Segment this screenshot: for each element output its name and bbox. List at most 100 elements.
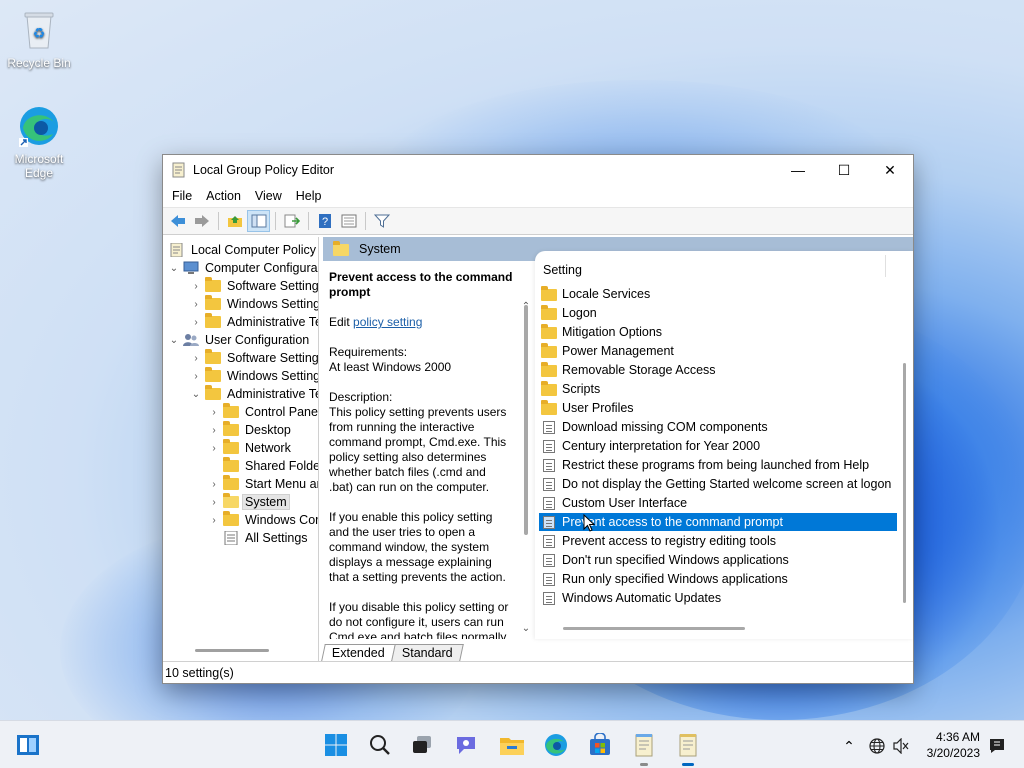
toolbar-separator (308, 212, 309, 230)
task-view-icon[interactable] (406, 729, 438, 761)
close-button[interactable]: ✕ (867, 155, 913, 185)
maximize-button[interactable]: ☐ (821, 155, 867, 185)
scroll-down-icon[interactable]: ⌄ (521, 623, 531, 634)
list-item-label: User Profiles (562, 401, 634, 415)
tree-item[interactable]: › Software Settings (189, 349, 318, 367)
tree-item[interactable]: Shared Folder (207, 457, 318, 475)
chevron-right-icon[interactable]: › (207, 425, 221, 436)
tree-item[interactable]: › System (207, 493, 290, 511)
chevron-right-icon[interactable]: › (189, 371, 203, 382)
folder-shape (541, 381, 557, 396)
tree-pane[interactable]: Local Computer Policy ⌄ Computer Configura… (163, 237, 319, 661)
chevron-down-icon[interactable]: ⌄ (167, 263, 181, 274)
tree-item[interactable]: › Administrative Te (189, 313, 318, 331)
chevron-right-icon[interactable]: › (189, 299, 203, 310)
chevron-right-icon[interactable]: › (207, 497, 221, 508)
tree-item[interactable]: All Settings (207, 529, 310, 547)
tree-item[interactable]: › Software Settings (189, 277, 318, 295)
column-header-setting[interactable]: Setting (543, 263, 582, 277)
filter-icon[interactable] (370, 210, 393, 232)
network-globe-icon[interactable] (866, 735, 888, 757)
menu-help[interactable]: Help (289, 189, 329, 203)
chat-icon[interactable] (450, 729, 482, 761)
column-separator[interactable] (885, 255, 886, 277)
show-hide-tree-icon[interactable] (247, 210, 270, 232)
edge-icon[interactable] (540, 729, 572, 761)
back-arrow-icon[interactable] (166, 210, 189, 232)
notification-icon[interactable] (986, 735, 1008, 757)
title-bar[interactable]: Local Group Policy Editor — ☐ ✕ (163, 155, 913, 185)
tree-item[interactable]: › Start Menu ar (207, 475, 318, 493)
properties-icon[interactable] (337, 210, 360, 232)
list-item-policy[interactable]: Do not display the Getting Started welco… (539, 475, 897, 493)
chevron-right-icon[interactable]: › (189, 317, 203, 328)
chevron-right-icon[interactable]: › (207, 443, 221, 454)
menu-action[interactable]: Action (199, 189, 248, 203)
tree-item[interactable]: › Windows Setting (189, 367, 318, 385)
list-item-policy[interactable]: Download missing COM components (539, 418, 897, 436)
description-scrollbar[interactable]: ⌃ ⌄ (519, 261, 533, 639)
chevron-down-icon[interactable]: ⌄ (189, 389, 203, 400)
list-item-folder[interactable]: Removable Storage Access (539, 361, 897, 379)
desktop-icon-recycle-bin[interactable]: ♻ Recycle Bin (4, 8, 74, 70)
search-icon[interactable] (364, 729, 396, 761)
list-item-policy[interactable]: Century interpretation for Year 2000 (539, 437, 897, 455)
tree-item[interactable]: › Windows Setting (189, 295, 318, 313)
list-item-label: Mitigation Options (562, 325, 663, 339)
tree-item[interactable]: ⌄ User Configuration (167, 331, 311, 349)
tree-horizontal-scrollbar[interactable] (195, 649, 269, 652)
chevron-right-icon[interactable]: › (207, 407, 221, 418)
tree-item[interactable]: ⌄ Computer Configura (167, 259, 318, 277)
menu-file[interactable]: File (165, 189, 199, 203)
forward-arrow-icon[interactable] (190, 210, 213, 232)
chevron-right-icon[interactable]: › (207, 515, 221, 526)
file-explorer-icon[interactable] (496, 729, 528, 761)
tree-item[interactable]: › Desktop (207, 421, 293, 439)
tree-item[interactable]: › Network (207, 439, 293, 457)
list-item-folder[interactable]: Logon (539, 304, 897, 322)
scroll-thumb[interactable] (524, 305, 528, 535)
up-folder-icon[interactable] (223, 210, 246, 232)
system-clock[interactable]: 4:36 AM 3/20/2023 (927, 729, 980, 761)
store-icon[interactable] (584, 729, 616, 761)
folder-shape (223, 493, 239, 508)
list-item-folder[interactable]: Scripts (539, 380, 897, 398)
list-item-policy[interactable]: Don't run specified Windows applications (539, 551, 897, 569)
notepad-icon[interactable] (628, 729, 660, 766)
list-horizontal-scrollbar[interactable] (563, 627, 745, 630)
list-item-folder[interactable]: Mitigation Options (539, 323, 897, 341)
help-icon[interactable]: ? (313, 210, 336, 232)
chevron-right-icon[interactable]: › (189, 281, 203, 292)
list-item-folder[interactable]: User Profiles (539, 399, 897, 417)
menu-view[interactable]: View (248, 189, 289, 203)
tree-item[interactable]: › Windows Cor (207, 511, 318, 529)
show-hidden-icons-chevron-icon[interactable]: ⌃ (838, 735, 860, 757)
volume-muted-icon[interactable] (890, 735, 912, 757)
list-item-policy[interactable]: Windows Automatic Updates (539, 589, 897, 607)
list-item-policy[interactable]: Run only specified Windows applications (539, 570, 897, 588)
list-item-policy[interactable]: Custom User Interface (539, 494, 897, 512)
minimize-button[interactable]: — (775, 155, 821, 185)
chevron-right-icon[interactable]: › (189, 353, 203, 364)
edit-policy-setting-link[interactable]: policy setting (353, 315, 422, 329)
list-item-folder[interactable]: Locale Services (539, 285, 897, 303)
tree-item[interactable]: ⌄ Administrative Te (189, 385, 318, 403)
tree-item[interactable]: › Control Panel (207, 403, 318, 421)
list-item-policy[interactable]: Prevent access to registry editing tools (539, 532, 897, 550)
start-icon[interactable] (320, 729, 352, 761)
export-list-icon[interactable] (280, 210, 303, 232)
desktop-icon-edge[interactable]: Microsoft Edge (4, 104, 74, 180)
list-vertical-scrollbar[interactable] (903, 363, 906, 603)
settings-list[interactable]: Setting Locale Services Logon Mitigation O… (535, 251, 913, 639)
widgets-icon[interactable] (12, 729, 44, 761)
tree-item[interactable]: Local Computer Policy (167, 241, 318, 259)
chevron-right-icon[interactable]: › (207, 479, 221, 490)
list-item-folder[interactable]: Power Management (539, 342, 897, 360)
list-item-policy[interactable]: Restrict these programs from being launc… (539, 456, 897, 474)
group-policy-editor-window: Local Group Policy Editor — ☐ ✕ File Act… (162, 154, 914, 684)
tab-standard[interactable]: Standard (391, 644, 464, 661)
policy-setting-icon (541, 534, 557, 548)
group-policy-editor-icon[interactable] (672, 729, 704, 766)
chevron-down-icon[interactable]: ⌄ (167, 335, 181, 346)
tab-extended[interactable]: Extended (321, 644, 396, 661)
